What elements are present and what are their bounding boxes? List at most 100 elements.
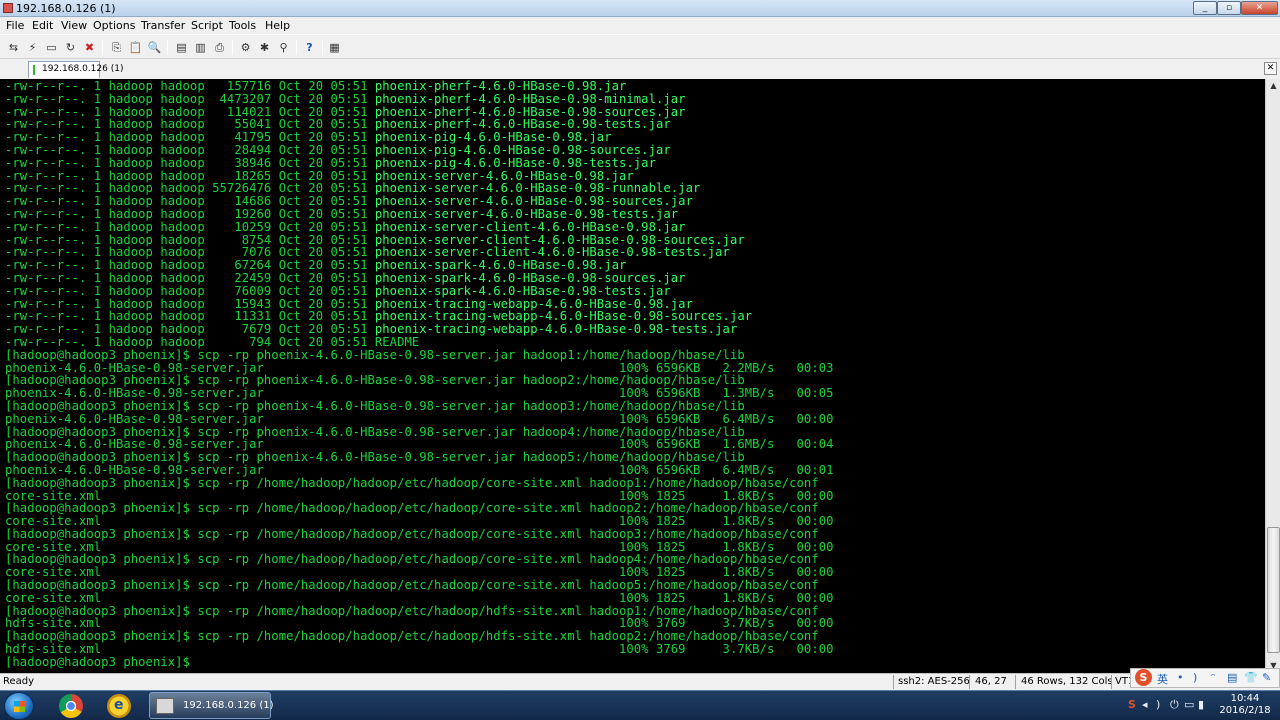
session-tab-strip: 192.168.0.126 (1) ✕ [0,59,1280,79]
status-cipher: ssh2: AES-256 [898,676,970,687]
terminal-line: [hadoop@hadoop3 phoenix]$ [5,654,1265,669]
paste-button[interactable]: 📋 [127,39,144,55]
menu-script[interactable]: Script [191,19,223,32]
close-tab-button[interactable]: ✕ [1264,62,1277,75]
help-icon: ? [306,40,313,54]
window-title: 192.168.0.126 (1) [16,2,116,15]
find-icon: 🔍 [147,40,162,54]
disconnect-icon: ✖ [84,40,95,54]
help-button[interactable]: ? [301,39,318,55]
network-icon[interactable]: ▭ [1184,698,1194,711]
securecrt-taskbar-button[interactable]: 192.168.0.126 (1) [149,692,274,719]
ime-tools-icon[interactable]: ✎ [1262,671,1271,684]
minimize-button[interactable]: _ [1193,1,1217,15]
print-button[interactable]: ⎙ [211,39,228,55]
menu-bar: File Edit View Options Transfer Script T… [0,17,1280,34]
title-bar[interactable]: 192.168.0.126 (1) _ ▫ ✕ [0,0,1280,17]
clock-date: 2016/2/18 [1219,705,1271,716]
connect-button[interactable]: ⇆ [5,39,22,55]
toolbar-separator [296,40,297,55]
windows-logo-icon [14,701,25,712]
menu-help[interactable]: Help [265,19,290,32]
start-button[interactable] [4,692,34,720]
ime-keyboard-icon[interactable]: ▤ [1227,671,1237,684]
toolbar-separator [322,40,323,55]
quick-connect-icon: ⚡ [28,40,37,54]
status-bar: Ready ssh2: AES-256 46, 27 46 Rows, 132 … [0,673,1280,690]
system-tray: S ◂ ) ⏻ ▭ ▮ 10:44 2016/2/18 [1122,691,1280,720]
terminal-filename: phoenix-tracing-webapp-4.6.0-HBase-0.98-… [374,322,738,337]
toolbar-separator [167,40,168,55]
ime-toolbar[interactable]: S 英 • ) ᵔ ▤ 👕 ✎ [1130,668,1280,688]
menu-transfer[interactable]: Transfer [141,19,185,32]
connect-in-tab-button[interactable]: ▭ [43,39,60,55]
scroll-up-icon[interactable]: ▲ [1267,79,1280,93]
session-options-button[interactable]: ⚙ [237,39,254,55]
taskbar-window-label: 192.168.0.126 (1) [183,700,274,711]
sogou-tray-icon[interactable]: S [1128,698,1136,711]
menu-file[interactable]: File [6,19,24,32]
taskbar: e 192.168.0.126 (1) S ◂ ) ⏻ ▭ ▮ 10:44 20… [0,690,1280,720]
terminal-scrollbar[interactable]: ▲ ▼ [1265,79,1280,673]
keymap-icon: ⚲ [279,40,288,54]
reconnect-icon: ↻ [65,40,76,54]
menu-options[interactable]: Options [93,19,135,32]
ime-skin-icon[interactable]: 👕 [1244,671,1258,684]
action-center-icon[interactable]: ▮ [1198,698,1204,711]
status-size: 46 Rows, 132 Cols [1021,676,1113,687]
close-button[interactable]: ✕ [1241,1,1278,15]
paste-icon: 📋 [128,40,143,54]
status-separator [1111,675,1112,689]
ime-moon-icon[interactable]: ) [1193,671,1197,684]
ime-emoji-icon[interactable]: ᵔ [1211,671,1216,684]
securecrt-app-icon [3,3,13,13]
copy-button[interactable]: ⎘ [108,39,125,55]
sogou-ime-icon[interactable]: S [1135,669,1152,686]
tab-label: 192.168.0.126 (1) [42,64,124,74]
clock[interactable]: 10:44 2016/2/18 [1212,693,1278,717]
ime-punctuation-icon[interactable]: • [1177,671,1184,684]
power-icon[interactable]: ⏻ [1170,698,1179,712]
toolbar: ⇆ ⚡ ▭ ↻ ✖ ⎘ 📋 🔍 ▤ ▥ ⎙ ⚙ ✱ ⚲ ? ▦ [0,34,1280,59]
toolbar-separator [102,40,103,55]
status-separator [969,675,970,689]
chrome-taskbar-icon[interactable] [59,694,83,718]
print-setup-button[interactable]: ▤ [173,39,190,55]
sftp-button[interactable]: ▦ [326,39,343,55]
scrollbar-thumb[interactable] [1267,527,1280,653]
copy-icon: ⎘ [112,40,121,54]
sftp-icon: ▦ [329,40,340,54]
print-selection-button[interactable]: ▥ [192,39,209,55]
volume-icon[interactable]: ) [1156,698,1160,711]
ie-glyph: e [114,697,124,713]
quick-connect-button[interactable]: ⚡ [24,39,41,55]
status-separator [893,675,894,689]
status-cursor: 46, 27 [975,676,1007,687]
internet-explorer-taskbar-icon[interactable]: e [107,694,131,718]
status-ready: Ready [3,676,35,687]
connect-in-tab-icon: ▭ [46,40,57,54]
global-options-icon: ✱ [259,40,270,54]
keymap-button[interactable]: ⚲ [275,39,292,55]
print-selection-icon: ▥ [195,40,206,54]
print-setup-icon: ▤ [176,40,187,54]
clock-time: 10:44 [1230,693,1260,704]
menu-tools[interactable]: Tools [229,19,256,32]
terminal-line-text: [hadoop@hadoop3 phoenix]$ [5,654,198,669]
maximize-button[interactable]: ▫ [1217,1,1241,15]
terminal-screen[interactable]: -rw-r--r--. 1 hadoop hadoop 157716 Oct 2… [0,79,1265,673]
securecrt-taskbar-icon [156,698,174,714]
tab-session-192-168-0-126[interactable]: 192.168.0.126 (1) [28,61,123,78]
find-button[interactable]: 🔍 [146,39,163,55]
global-options-button[interactable]: ✱ [256,39,273,55]
connected-status-icon [33,65,35,75]
terminal-output: -rw-r--r--. 1 hadoop hadoop 157716 Oct 2… [5,80,1265,669]
menu-view[interactable]: View [61,19,87,32]
ime-language-toggle[interactable]: 英 [1157,671,1168,687]
disconnect-button[interactable]: ✖ [81,39,98,55]
show-hidden-icons-icon[interactable]: ◂ [1142,698,1148,711]
connect-icon: ⇆ [8,40,19,54]
reconnect-button[interactable]: ↻ [62,39,79,55]
print-icon: ⎙ [215,40,224,54]
menu-edit[interactable]: Edit [32,19,53,32]
